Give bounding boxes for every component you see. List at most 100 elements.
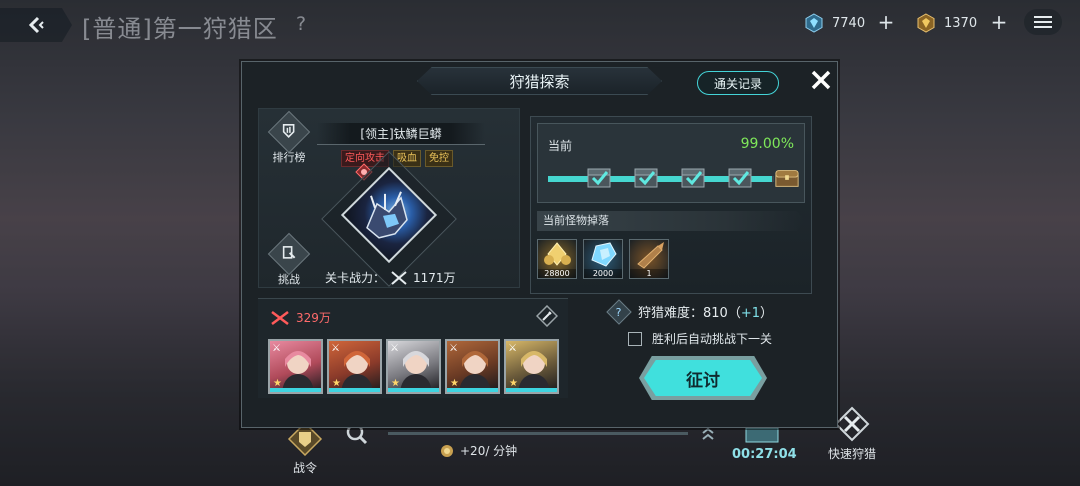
challenge-button[interactable]: 挑战 bbox=[259, 232, 319, 287]
difficulty-bonus: +1 bbox=[740, 306, 761, 321]
hero-level-bar bbox=[388, 388, 439, 392]
boss-tag: 免控 bbox=[425, 150, 453, 167]
checkpoint-node bbox=[680, 166, 706, 190]
crossed-swords-icon bbox=[834, 406, 870, 442]
boss-panel: 排行榜 挑战 [领主]钛鳞巨蟒 定向攻击 吸血 免控 关卡战力： 1171万 bbox=[258, 108, 520, 288]
menu-button[interactable] bbox=[1024, 9, 1062, 35]
idle-rate: +20/ 分钟 bbox=[440, 442, 517, 459]
boss-power: 关卡战力： 1171万 bbox=[325, 269, 456, 286]
class-icon: ⚔ bbox=[390, 343, 399, 354]
boss-name: [领主]钛鳞巨蟒 bbox=[317, 123, 485, 145]
team-panel: 329万 ⚔ ★ ⚔ ★ ⚔ ★ ⚔ ★ ⚔ ★ bbox=[258, 298, 568, 398]
auto-next-label: 胜利后自动挑战下一关 bbox=[652, 332, 773, 346]
pencil-icon bbox=[536, 305, 558, 327]
treasure-chest-icon bbox=[775, 170, 799, 187]
class-icon: ⚔ bbox=[272, 343, 281, 354]
hero-slot[interactable]: ⚔ ★ bbox=[445, 339, 500, 394]
crystal-resource: 7740 bbox=[804, 10, 865, 36]
hero-level-bar bbox=[270, 388, 321, 392]
progress-panel: 当前 99.00% 当前怪物掉落 28800 2000 1 bbox=[530, 116, 812, 294]
drop-count: 1 bbox=[630, 269, 668, 278]
boss-power-label: 关卡战力： bbox=[325, 271, 386, 285]
hero-level-bar bbox=[506, 388, 557, 392]
progress-box: 当前 99.00% bbox=[537, 123, 805, 203]
check-chest-icon bbox=[681, 168, 705, 188]
crystal-currency-icon bbox=[805, 13, 823, 33]
progress-percent: 99.00% bbox=[740, 136, 794, 152]
hero-slot[interactable]: ⚔ ★ bbox=[504, 339, 559, 394]
drop-item[interactable]: 1 bbox=[629, 239, 669, 279]
difficulty-text: 狩猎难度：810（+1） bbox=[638, 302, 773, 321]
gold-coins-icon bbox=[544, 242, 571, 266]
challenge-frame bbox=[267, 232, 311, 276]
idle-progress-bar bbox=[388, 432, 688, 435]
gold-cube-currency-icon bbox=[917, 13, 935, 33]
top-bar: [普通]第一狩猎区 ? 7740 + 1370 + bbox=[0, 0, 1080, 50]
difficulty-bonus-open: （ bbox=[727, 306, 741, 321]
drop-item[interactable]: 28800 bbox=[537, 239, 577, 279]
crossed-swords-icon bbox=[391, 270, 407, 285]
hero-level-bar bbox=[329, 388, 380, 392]
progress-label: 当前 bbox=[548, 139, 573, 153]
challenge-flag-icon bbox=[283, 245, 296, 259]
edit-team-button[interactable] bbox=[534, 303, 560, 329]
team-power-value: 329万 bbox=[296, 311, 331, 325]
conquer-button[interactable]: 征讨 bbox=[644, 360, 762, 396]
back-button[interactable] bbox=[0, 8, 72, 42]
auto-next-checkbox[interactable] bbox=[628, 331, 642, 346]
drop-item[interactable]: 2000 bbox=[583, 239, 623, 279]
difficulty-help-button[interactable]: ? bbox=[606, 298, 632, 325]
gold-coin-icon bbox=[441, 444, 453, 457]
hero-slot[interactable]: ⚔ ★ bbox=[268, 339, 323, 394]
checkpoint-node bbox=[586, 166, 612, 190]
quick-hunt-label: 快速狩猎 bbox=[827, 447, 876, 461]
add-crystal-button[interactable]: + bbox=[874, 10, 898, 34]
drill-shell-icon bbox=[637, 242, 664, 269]
difficulty-label: 狩猎难度： bbox=[638, 306, 704, 321]
auto-next-toggle[interactable]: 胜利后自动挑战下一关 bbox=[628, 330, 772, 347]
blue-crystal-icon bbox=[591, 242, 617, 267]
chest-node bbox=[774, 166, 800, 190]
check-chest-icon bbox=[728, 168, 752, 188]
class-icon: ⚔ bbox=[449, 343, 458, 354]
difficulty-bonus-close: ） bbox=[760, 306, 774, 321]
idle-rate-text: +20/ 分钟 bbox=[460, 444, 518, 458]
difficulty-row: ? 狩猎难度：810（+1） bbox=[606, 298, 773, 325]
ranking-shield-icon bbox=[283, 123, 295, 138]
add-gold-button[interactable]: + bbox=[987, 10, 1011, 34]
checkpoint-node bbox=[727, 166, 753, 190]
collapse-button[interactable] bbox=[698, 426, 718, 445]
dialog-title: 狩猎探索 bbox=[417, 67, 662, 95]
battle-pass-label: 战令 bbox=[292, 461, 317, 475]
double-chevron-icon bbox=[702, 427, 714, 440]
crystal-amount: 7740 bbox=[832, 15, 866, 31]
drop-count: 2000 bbox=[584, 269, 622, 278]
stage-help-button[interactable]: ? bbox=[296, 13, 306, 35]
boss-power-value: 1171万 bbox=[413, 271, 456, 285]
hunt-explore-dialog: 狩猎探索 通关记录 排行榜 挑战 [领主]钛鳞巨蟒 定向攻击 吸血 免控 关卡战… bbox=[241, 61, 838, 428]
check-chest-icon bbox=[587, 168, 611, 188]
team-power: 329万 bbox=[270, 309, 331, 326]
idle-timer: 00:27:04 bbox=[732, 447, 797, 462]
gold-amount: 1370 bbox=[944, 15, 978, 31]
back-arrow-icon bbox=[28, 16, 44, 34]
hero-slot[interactable]: ⚔ ★ bbox=[386, 339, 441, 394]
class-icon: ⚔ bbox=[331, 343, 340, 354]
leaderboard-button[interactable]: 排行榜 bbox=[259, 110, 319, 165]
hamburger-icon bbox=[1034, 16, 1052, 28]
leaderboard-frame bbox=[267, 110, 311, 154]
check-chest-icon bbox=[634, 168, 658, 188]
drop-count: 28800 bbox=[538, 269, 576, 278]
battle-pass-button[interactable]: 战令 bbox=[280, 421, 330, 476]
close-icon bbox=[811, 70, 831, 90]
hero-slot[interactable]: ⚔ ★ bbox=[327, 339, 382, 394]
stage-title: [普通]第一狩猎区 bbox=[82, 15, 278, 43]
checkpoint-node bbox=[633, 166, 659, 190]
question-icon: ? bbox=[616, 305, 622, 318]
gold-resource: 1370 bbox=[916, 10, 977, 36]
red-swords-icon bbox=[271, 310, 289, 325]
clear-record-button[interactable]: 通关记录 bbox=[697, 71, 779, 95]
difficulty-value: 810 bbox=[703, 306, 728, 321]
close-button[interactable] bbox=[807, 66, 835, 94]
hero-level-bar bbox=[447, 388, 498, 392]
